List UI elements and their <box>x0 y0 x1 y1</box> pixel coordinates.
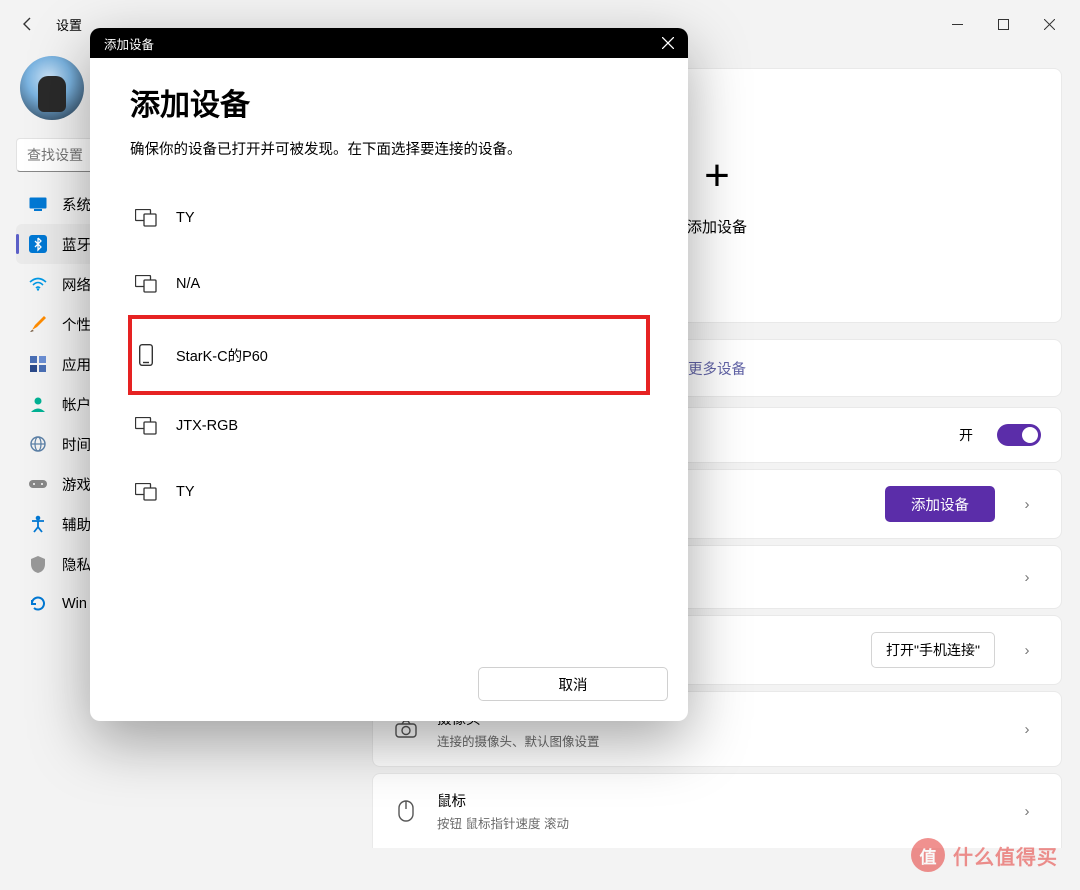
device-item[interactable]: TY <box>130 459 648 525</box>
device-name: JTX-RGB <box>176 418 238 434</box>
device-item[interactable]: JTX-RGB <box>130 393 648 459</box>
display-icon <box>134 272 158 296</box>
device-name: TY <box>176 484 195 500</box>
device-name: N/A <box>176 276 200 292</box>
phone-icon <box>134 343 158 367</box>
dialog-footer: 取消 <box>90 667 688 721</box>
display-icon <box>134 206 158 230</box>
modal-backdrop: 添加设备 添加设备 确保你的设备已打开并可被发现。在下面选择要连接的设备。 TY… <box>0 0 1080 890</box>
cancel-button[interactable]: 取消 <box>478 667 668 701</box>
watermark-text: 什么值得买 <box>953 841 1058 870</box>
dialog-subtitle: 确保你的设备已打开并可被发现。在下面选择要连接的设备。 <box>130 138 648 159</box>
dialog-header: 添加设备 <box>90 28 688 58</box>
device-item[interactable]: N/A <box>130 251 648 317</box>
add-device-dialog: 添加设备 添加设备 确保你的设备已打开并可被发现。在下面选择要连接的设备。 TY… <box>90 28 688 721</box>
dialog-body: 添加设备 确保你的设备已打开并可被发现。在下面选择要连接的设备。 TY N/A … <box>90 58 688 667</box>
device-name: StarK-C的P60 <box>176 345 268 366</box>
dialog-header-title: 添加设备 <box>104 34 154 53</box>
device-item-highlighted[interactable]: StarK-C的P60 <box>130 317 648 393</box>
display-icon <box>134 414 158 438</box>
device-list: TY N/A StarK-C的P60 JTX-RGB TY <box>130 185 648 525</box>
device-name: TY <box>176 210 195 226</box>
watermark-badge: 值 <box>911 838 945 872</box>
device-item[interactable]: TY <box>130 185 648 251</box>
dialog-close-button[interactable] <box>662 37 674 49</box>
watermark: 值 什么值得买 <box>911 838 1058 872</box>
dialog-title: 添加设备 <box>130 80 648 124</box>
close-icon <box>662 37 674 49</box>
display-icon <box>134 480 158 504</box>
